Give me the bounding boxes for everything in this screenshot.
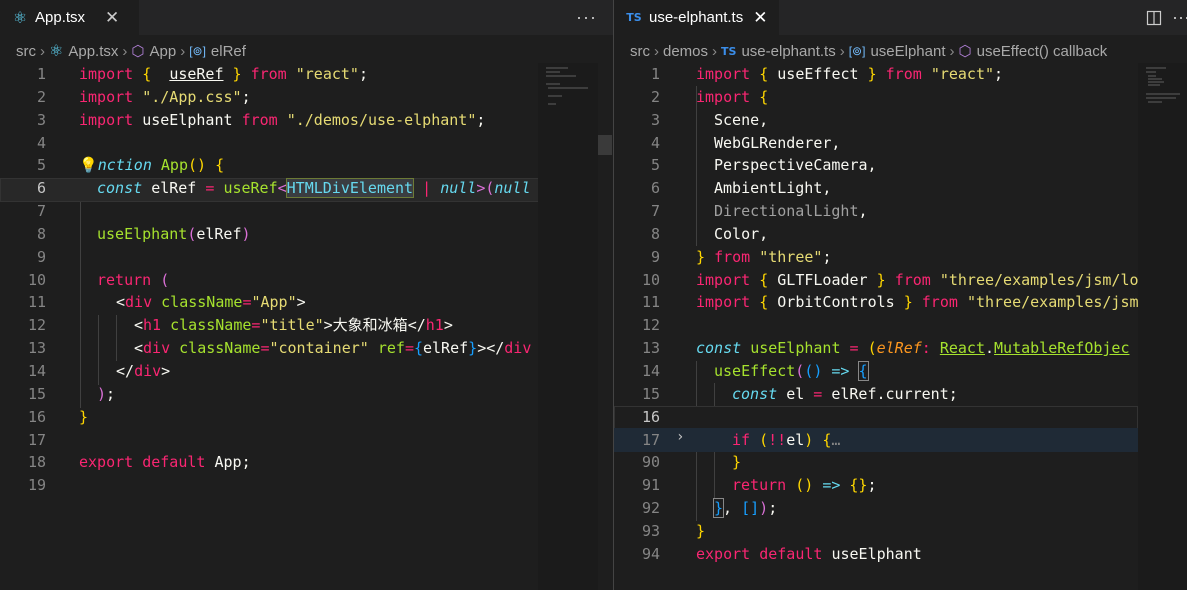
- typescript-icon: TS: [721, 44, 737, 58]
- breadcrumb-item-folder[interactable]: demos: [663, 43, 708, 60]
- indent-guide: [116, 315, 117, 361]
- symbol-variable-icon: [⊚]: [848, 44, 866, 58]
- breadcrumb-item-src[interactable]: src: [16, 43, 36, 60]
- symbol-method-icon: ⬡: [958, 43, 972, 60]
- minimap[interactable]: [538, 63, 598, 590]
- right-tab-bar: TS use-elphant.ts ✕ ···: [614, 0, 1187, 35]
- current-line-highlight: [614, 406, 1138, 430]
- scrollbar-thumb[interactable]: [598, 135, 612, 155]
- breadcrumb-item-file[interactable]: App.tsx: [68, 43, 118, 60]
- chevron-right-icon[interactable]: ›: [676, 429, 684, 445]
- left-tab-bar: ⚛ App.tsx ✕ ···: [0, 0, 613, 35]
- lightbulb-icon[interactable]: 💡: [79, 156, 98, 174]
- chevron-right-icon: ›: [40, 42, 45, 60]
- tab-app-tsx[interactable]: ⚛ App.tsx ✕: [0, 0, 139, 35]
- breadcrumb-item-file[interactable]: use-elphant.ts: [741, 43, 835, 60]
- breadcrumb-item-variable[interactable]: elRef: [211, 43, 246, 60]
- breadcrumb-item-symbol[interactable]: useElphant: [870, 43, 945, 60]
- left-editor-group: ⚛ App.tsx ✕ ··· src › ⚛ App.tsx › ⬡ App …: [0, 0, 613, 590]
- tab-label: use-elphant.ts: [649, 9, 744, 26]
- breadcrumb-item-src[interactable]: src: [630, 43, 650, 60]
- chevron-right-icon: ›: [654, 42, 659, 60]
- split-editor-icon[interactable]: [1146, 0, 1162, 35]
- more-actions-icon[interactable]: ···: [1172, 0, 1187, 35]
- react-icon: ⚛: [49, 43, 64, 60]
- more-actions-icon[interactable]: ···: [576, 0, 597, 35]
- indent-guide: [80, 178, 81, 408]
- breadcrumb-item-callback[interactable]: useEffect() callback: [977, 43, 1108, 60]
- close-icon[interactable]: ✕: [753, 8, 767, 28]
- typescript-icon: TS: [626, 11, 642, 24]
- chevron-right-icon: ›: [122, 42, 128, 60]
- chevron-right-icon: ›: [712, 42, 718, 60]
- chevron-right-icon: ›: [949, 42, 955, 60]
- indent-guide: [696, 86, 697, 246]
- indent-guide: [98, 315, 99, 385]
- right-editor-group: TS use-elphant.ts ✕ ··· src › demos › TS…: [614, 0, 1187, 590]
- react-icon: ⚛: [12, 9, 28, 27]
- minimap[interactable]: [1138, 63, 1187, 590]
- tab-label: App.tsx: [35, 9, 86, 26]
- symbol-variable-icon: [⊚]: [189, 44, 206, 58]
- chevron-right-icon: ›: [180, 42, 186, 60]
- breadcrumb-item-symbol[interactable]: App: [149, 43, 176, 60]
- symbol-method-icon: ⬡: [131, 43, 145, 60]
- tab-use-elphant-ts[interactable]: TS use-elphant.ts ✕: [614, 0, 779, 35]
- chevron-right-icon: ›: [839, 42, 845, 60]
- folded-line-highlight: [614, 428, 1138, 452]
- close-icon[interactable]: ✕: [105, 8, 119, 28]
